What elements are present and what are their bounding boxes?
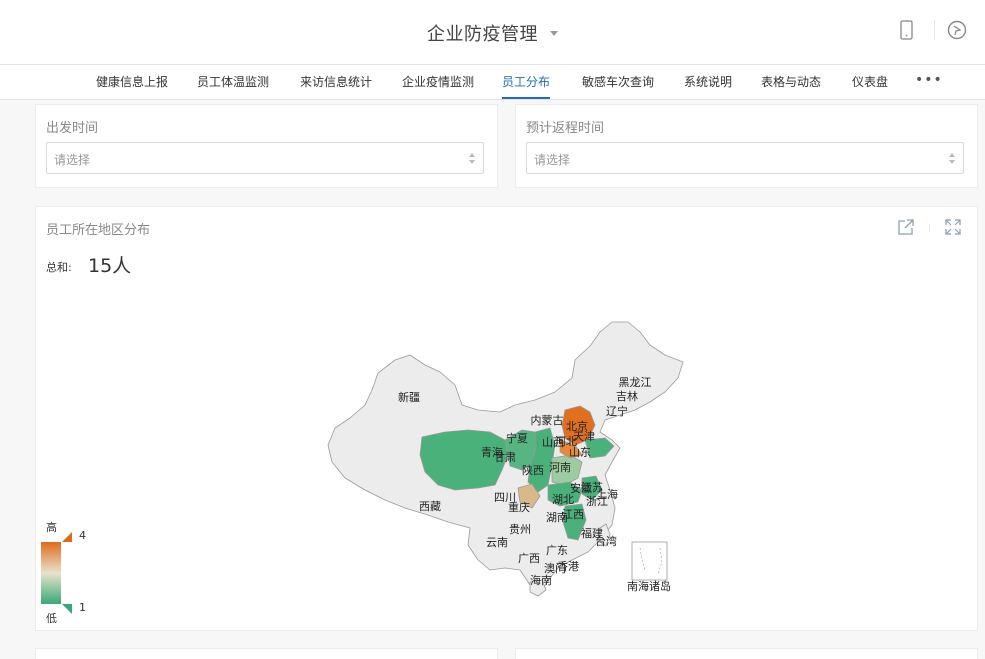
label-ningxia: 宁夏 xyxy=(506,431,528,445)
south-china-sea-inset xyxy=(631,541,668,581)
label-jilin: 吉林 xyxy=(616,389,638,403)
label-zhejiang: 浙江 xyxy=(586,495,608,508)
label-jiangxi: 江西 xyxy=(562,508,584,521)
label-shandong: 山东 xyxy=(569,446,591,459)
bottom-panel-right xyxy=(515,648,978,659)
label-shanxi: 山西 xyxy=(542,436,564,449)
label-guangdong: 广东 xyxy=(546,544,568,557)
label-hainan: 海南 xyxy=(530,573,552,587)
label-xinjiang: 新疆 xyxy=(398,390,420,404)
label-shaanxi: 陕西 xyxy=(522,463,544,477)
label-heilongjiang: 黑龙江 xyxy=(619,376,652,389)
label-neimenggu: 内蒙古 xyxy=(531,413,564,427)
label-henan: 河南 xyxy=(549,461,571,474)
label-yunnan: 云南 xyxy=(486,536,508,549)
label-hongkong: 香港 xyxy=(557,560,579,573)
label-chongqing: 重庆 xyxy=(508,500,530,514)
label-guangxi: 广西 xyxy=(518,552,540,565)
bottom-panel-left xyxy=(35,648,498,659)
label-qinghai: 青海 xyxy=(481,445,503,459)
label-guizhou: 贵州 xyxy=(509,523,531,536)
label-taiwan: 台湾 xyxy=(595,534,617,548)
china-map: 黑龙江 吉林 辽宁 内蒙古 新疆 北京 天津 河北 山西 宁夏 甘肃 青海 山东… xyxy=(327,321,684,597)
label-south-china-sea: 南海诸岛 xyxy=(627,579,671,593)
label-liaoning: 辽宁 xyxy=(606,404,628,418)
label-xizang: 西藏 xyxy=(419,500,441,513)
